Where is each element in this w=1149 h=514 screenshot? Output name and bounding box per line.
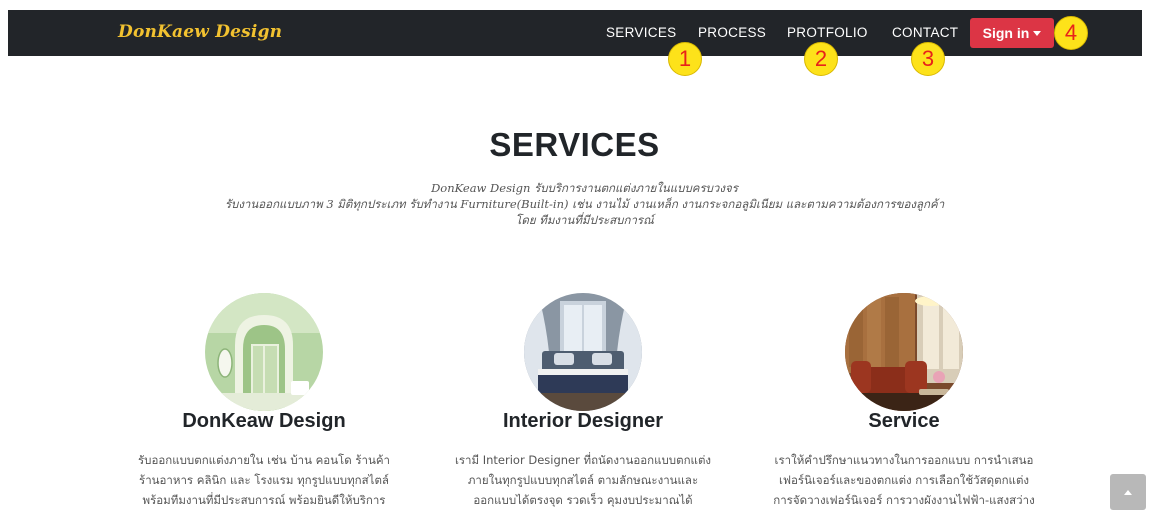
service-title-service: Service xyxy=(868,410,940,432)
callout-badge-1: 1 xyxy=(668,42,702,76)
green-interior-photo xyxy=(205,293,323,411)
brand-logo[interactable]: DonKaew Design xyxy=(118,22,282,42)
service-desc-donkeaw-line-1: รับออกแบบตกแต่งภายใน เช่น บ้าน คอนโด ร้า… xyxy=(137,453,391,467)
service-image-interior-designer xyxy=(524,293,642,411)
back-to-top-button[interactable] xyxy=(1110,474,1146,510)
service-image-donkeaw xyxy=(205,293,323,411)
services-intro-line-3: โดย ทีมงานที่มีประสบการณ์ xyxy=(515,213,654,227)
callout-badge-3: 3 xyxy=(911,42,945,76)
sign-in-label: Sign in xyxy=(982,25,1030,41)
service-desc-interior-designer-line-3: ออกแบบได้ตรงจุด รวดเร็ว คุมงบประมาณได้ xyxy=(473,493,693,507)
living-room-photo xyxy=(845,293,963,411)
service-desc-donkeaw-line-2: ร้านอาหาร คลินิก และ โรงแรม ทุกรูปแบบทุก… xyxy=(139,473,389,487)
service-title-donkeaw: DonKeaw Design xyxy=(182,410,346,432)
caret-down-icon xyxy=(1033,31,1042,36)
nav-link-portfolio[interactable]: PROTFOLIO xyxy=(787,25,868,40)
service-image-service xyxy=(845,293,963,411)
chevron-up-icon xyxy=(1124,489,1132,495)
service-desc-interior-designer-line-2: ภายในทุกรูปแบบทุกสไตล์ ตามลักษณะงานและ xyxy=(467,473,699,487)
service-desc-interior-designer-line-1: เรามี Interior Designer ที่ถนัดงานออกแบบ… xyxy=(454,453,712,467)
service-title-interior-designer: Interior Designer xyxy=(502,410,664,432)
service-desc-service-line-2: เฟอร์นิเจอร์และของตกแต่ง การเลือกใช้วัสด… xyxy=(778,473,1030,487)
bedroom-interior-photo xyxy=(524,293,642,411)
nav-link-services[interactable]: SERVICES xyxy=(606,25,676,40)
service-desc-donkeaw-line-3: พร้อมทีมงานที่มีประสบการณ์ พร้อมยินดีให้… xyxy=(142,493,386,507)
service-desc-service-line-1: เราให้คำปรึกษาแนวทางในการออกแบบ การนำเสน… xyxy=(774,453,1034,467)
top-navbar: DonKaew Design SERVICES PROCESS PROTFOLI… xyxy=(8,10,1142,56)
nav-link-contact[interactable]: CONTACT xyxy=(892,25,958,40)
service-desc-service-line-3: การจัดวางเฟอร์นิเจอร์ การวางผังงานไฟฟ้า-… xyxy=(773,493,1035,507)
callout-badge-4: 4 xyxy=(1054,16,1088,50)
callout-badge-2: 2 xyxy=(804,42,838,76)
services-heading: SERVICES xyxy=(489,126,660,163)
nav-link-process[interactable]: PROCESS xyxy=(698,25,766,40)
sign-in-button[interactable]: Sign in xyxy=(970,18,1054,48)
